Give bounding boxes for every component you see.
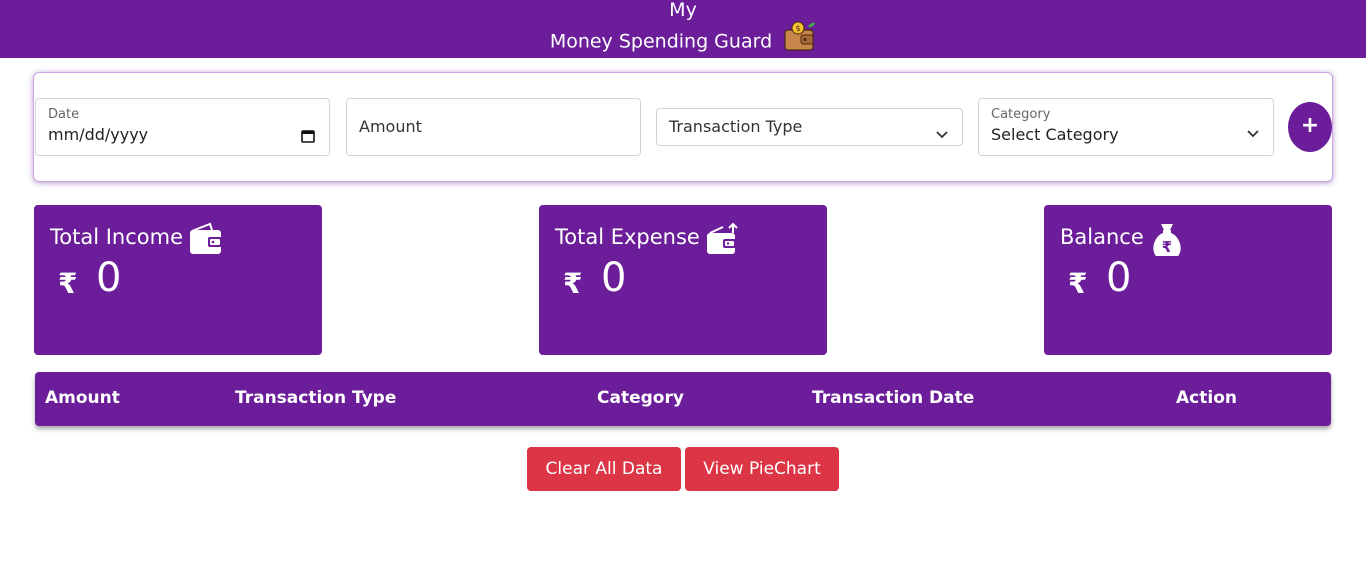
wallet-money-icon: $ [784,21,816,57]
date-label: Date [48,107,80,122]
date-field[interactable]: Date mm/dd/yyyy [35,98,330,156]
app-title-line1: My [669,0,697,21]
transactions-table-header: Amount Transaction Type Category Transac… [35,372,1331,426]
total-expense-value: 0 [601,255,627,301]
total-income-value: 0 [96,255,122,301]
column-header-action: Action [1176,388,1237,408]
transaction-type-select[interactable]: Transaction Type [656,108,963,146]
wallet-out-icon [705,221,741,261]
add-transaction-button[interactable]: + [1288,102,1332,152]
wallet-icon [188,221,224,261]
amount-input[interactable]: Amount [346,98,641,156]
balance-value: 0 [1106,255,1132,301]
balance-card: Balance ₹ ₹ 0 [1044,205,1332,355]
app-title-line2-wrap: Money Spending Guard $ [0,21,1366,57]
balance-title: Balance [1060,225,1144,249]
category-label: Category [991,107,1051,122]
date-value[interactable]: mm/dd/yyyy [48,125,148,144]
total-income-title: Total Income [50,225,183,249]
svg-text:$: $ [796,24,801,33]
currency-symbol: ₹ [1068,267,1088,300]
category-select[interactable]: Category Select Category [978,98,1274,156]
amount-placeholder: Amount [359,117,422,136]
app-header: My Money Spending Guard $ [0,0,1366,58]
currency-symbol: ₹ [563,267,583,300]
svg-text:₹: ₹ [1162,238,1172,256]
column-header-amount: Amount [45,388,120,408]
total-expense-card: Total Expense ₹ 0 [539,205,827,355]
column-header-transaction-type: Transaction Type [235,388,397,408]
total-expense-title: Total Expense [555,225,700,249]
transaction-form: Date mm/dd/yyyy Amount Transaction Type … [33,72,1333,182]
calendar-icon[interactable] [301,128,315,143]
money-bag-icon: ₹ [1148,221,1186,263]
column-header-transaction-date: Transaction Date [812,388,975,408]
category-selected: Select Category [991,125,1119,144]
column-header-category: Category [597,388,684,408]
chevron-down-icon [1247,123,1259,138]
app-title: Money Spending Guard [549,30,773,53]
chevron-down-icon [936,124,948,139]
view-piechart-button[interactable]: View PieChart [685,447,839,491]
currency-symbol: ₹ [58,267,78,300]
total-income-card: Total Income ₹ 0 [34,205,322,355]
clear-all-data-button[interactable]: Clear All Data [527,447,681,491]
transaction-type-selected: Transaction Type [669,117,803,136]
